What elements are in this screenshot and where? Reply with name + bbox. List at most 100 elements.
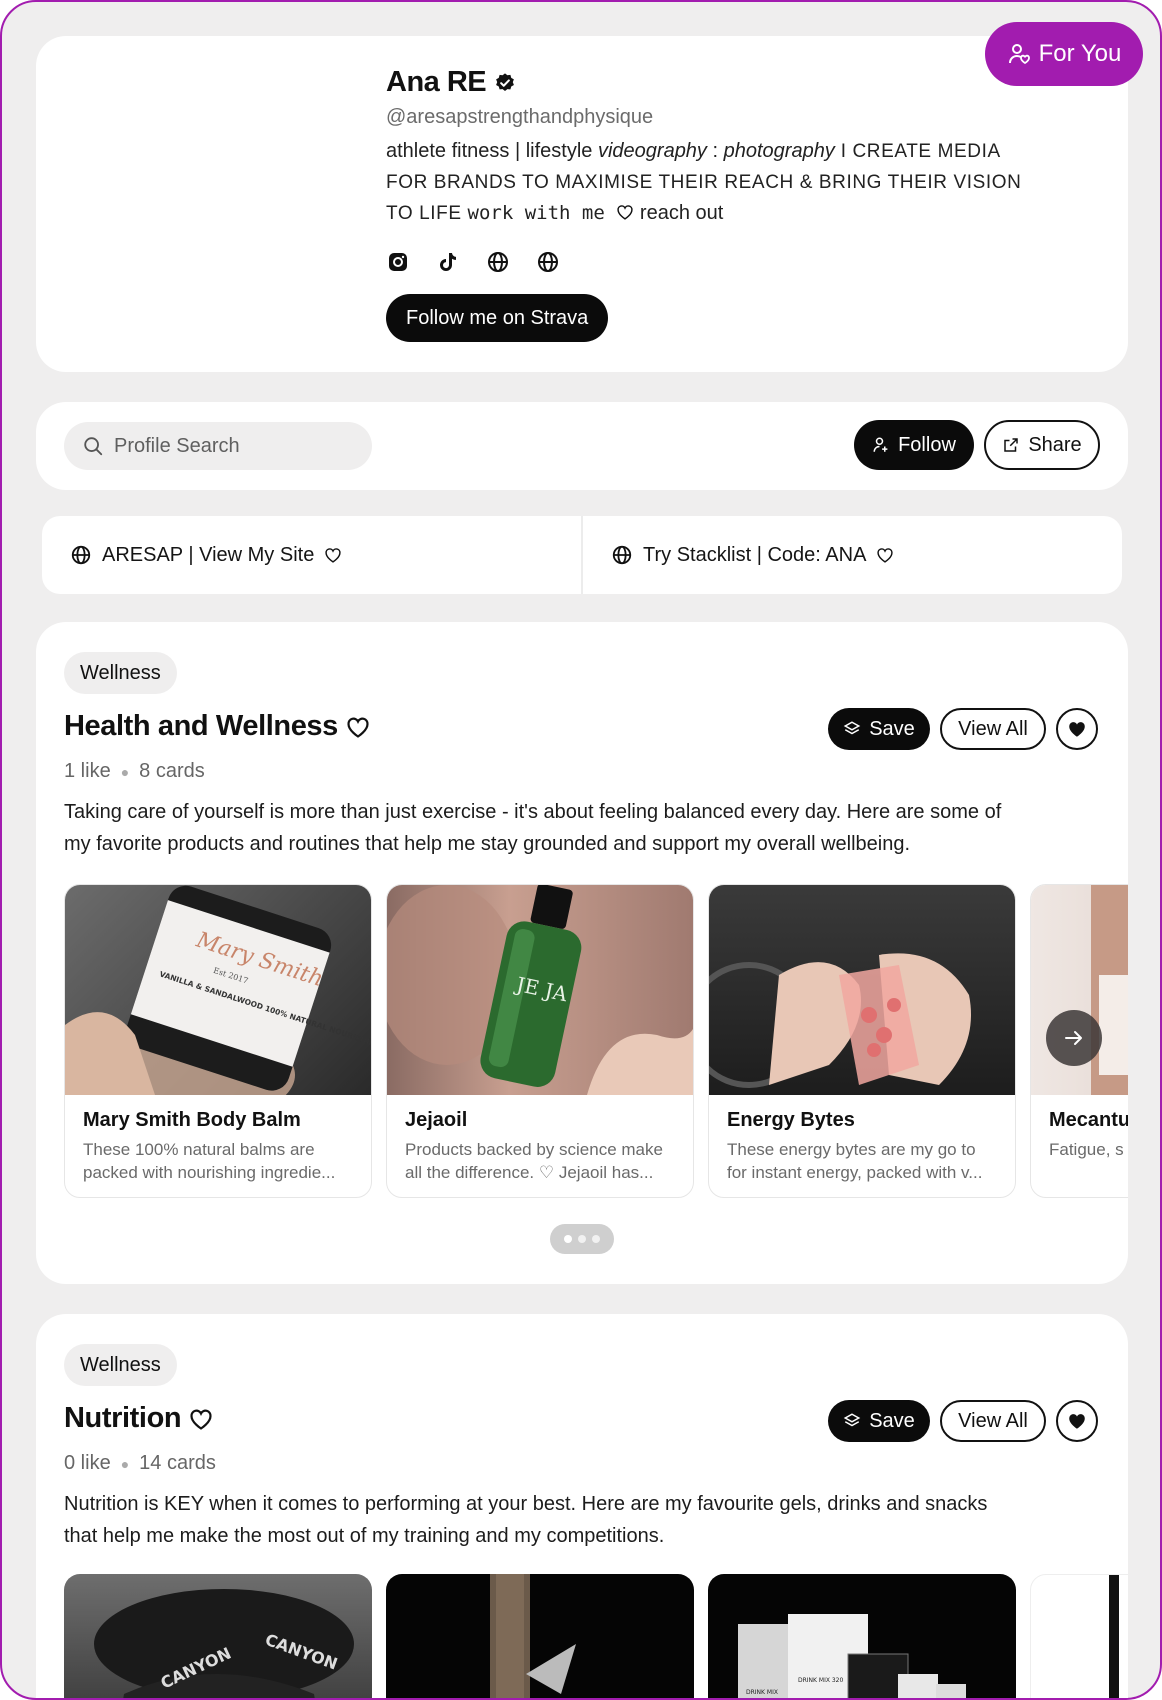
collection-description: Taking care of yourself is more than jus… <box>64 801 1002 855</box>
product-card[interactable] <box>1030 1574 1128 1698</box>
share-button[interactable]: Share <box>984 420 1100 470</box>
product-card[interactable]: Energy Bytes These energy bytes are my g… <box>708 884 1016 1198</box>
carousel-next-button[interactable] <box>1046 1010 1102 1066</box>
collection-meta: 1 like ● 8 cards <box>64 760 205 783</box>
product-card[interactable]: DRINK MIX DRINK MIX 320 <box>708 1574 1016 1698</box>
drink-mix-image: DRINK MIX DRINK MIX 320 <box>738 1614 966 1698</box>
heart-filled-icon <box>1069 1414 1085 1429</box>
globe-icon[interactable] <box>536 250 562 276</box>
strava-button[interactable]: Follow me on Strava <box>386 294 609 342</box>
like-button[interactable] <box>1056 1400 1098 1442</box>
profile-card: Ana RE @aresapstrengthandphysique athlet… <box>36 36 1128 372</box>
for-you-button[interactable]: For You <box>985 22 1143 86</box>
product-image: JE JA <box>387 885 693 1095</box>
bio-text: : <box>706 140 724 162</box>
pager-dot[interactable] <box>564 1235 572 1243</box>
follow-button[interactable]: Follow <box>854 420 974 470</box>
product-card[interactable]: CANYON CANYON <box>64 1574 372 1698</box>
bio-text: videography <box>597 140 707 162</box>
instagram-icon[interactable] <box>386 250 412 276</box>
product-description: These energy bytes are my go to for inst… <box>727 1140 983 1182</box>
likes-count: 1 like <box>64 760 111 782</box>
link-stacklist[interactable]: Try Stacklist | Code: ANA <box>581 516 1122 594</box>
save-label: Save <box>869 717 915 740</box>
product-title: Mary Smith Body Balm <box>83 1109 301 1131</box>
bio-text: photography <box>723 140 835 162</box>
heart-outline-icon <box>190 1409 212 1430</box>
profile-handle: @aresapstrengthandphysique <box>386 106 654 128</box>
save-button[interactable]: Save <box>828 708 930 750</box>
collection-title-text: Nutrition <box>64 1402 182 1434</box>
save-button[interactable]: Save <box>828 1400 930 1442</box>
tiktok-icon[interactable] <box>436 250 462 276</box>
search-icon <box>84 437 103 456</box>
product-card[interactable] <box>386 1574 694 1698</box>
view-all-button[interactable]: View All <box>940 708 1046 750</box>
globe-icon <box>612 545 632 565</box>
product-card[interactable]: Mary Smith Est 2017 VANILLA & SANDALWOOD… <box>64 884 372 1198</box>
product-cards-row: CANYON CANYON DRINK MIX DRINK MIX 320 <box>64 1574 1128 1698</box>
bio-text: reach out <box>634 202 724 224</box>
carousel-pager[interactable] <box>550 1224 614 1254</box>
verified-badge-icon <box>496 72 515 91</box>
collection-meta: 0 like ● 14 cards <box>64 1452 216 1475</box>
product-image <box>709 885 1015 1095</box>
collection-tag[interactable]: Wellness <box>64 652 177 694</box>
cards-count: 8 cards <box>139 760 205 782</box>
for-you-label: For You <box>1038 40 1122 67</box>
share-external-icon <box>1004 438 1019 452</box>
product-card[interactable]: JE JA Jejaoil Products backed by science… <box>386 884 694 1198</box>
separator-dot: ● <box>120 1455 130 1472</box>
cyclist-image: CANYON CANYON <box>94 1589 354 1698</box>
product-title: Mecantu <box>1049 1109 1128 1131</box>
app-frame: Ana RE @aresapstrengthandphysique athlet… <box>0 0 1162 1700</box>
bio-text: work with me <box>467 202 605 224</box>
share-label: Share <box>1028 433 1082 456</box>
name-row: Ana RE <box>386 66 516 99</box>
layers-icon <box>843 1413 861 1427</box>
pager-dot[interactable] <box>578 1235 586 1243</box>
profile-bio: athlete fitness | lifestyle videography … <box>386 136 1026 229</box>
profile-search-input[interactable]: Profile Search <box>64 422 372 470</box>
links-row: ARESAP | View My Site Try Stacklist | Co… <box>42 516 1122 594</box>
product-description: These 100% natural balms are packed with… <box>83 1140 336 1182</box>
collection-health-wellness: Wellness Health and Wellness 1 like ● 8 ca… <box>36 622 1128 1284</box>
drink-label-text: DRINK MIX 320 <box>798 1677 843 1684</box>
collection-description: Nutrition is KEY when it comes to perfor… <box>64 1493 988 1547</box>
user-heart-icon <box>1008 44 1030 65</box>
product-cards-row: Mary Smith Est 2017 VANILLA & SANDALWOOD… <box>64 884 1128 1198</box>
save-label: Save <box>869 1409 915 1432</box>
product-image: Mary Smith Est 2017 VANILLA & SANDALWOOD… <box>65 885 371 1095</box>
search-bar-card: Profile Search Follow Share <box>36 402 1128 490</box>
likes-count: 0 like <box>64 1452 111 1474</box>
profile-name: Ana RE <box>386 66 487 98</box>
collection-title: Nutrition <box>64 1402 213 1435</box>
layers-icon <box>843 721 861 735</box>
product-title: Jejaoil <box>405 1109 468 1131</box>
like-button[interactable] <box>1056 708 1098 750</box>
link-label: ARESAP | View My Site <box>102 543 315 566</box>
pager-dot[interactable] <box>592 1235 600 1243</box>
collection-nutrition: Wellness Nutrition 0 like ● 14 cards Nutri… <box>36 1314 1128 1698</box>
product-image <box>1109 1575 1119 1698</box>
collection-tag[interactable]: Wellness <box>64 1344 177 1386</box>
heart-filled-icon <box>1069 722 1085 737</box>
product-description: Fatigue, s decreased <box>1049 1140 1128 1159</box>
collection-title-text: Health and Wellness <box>64 710 338 742</box>
link-label: Try Stacklist | Code: ANA <box>643 543 867 566</box>
heart-outline-icon <box>325 548 341 563</box>
collection-title: Health and Wellness <box>64 710 370 743</box>
heart-outline-icon <box>877 548 894 563</box>
cards-count: 14 cards <box>139 1452 216 1474</box>
heart-outline-icon <box>347 717 369 738</box>
jeja-bottle-image: JE JA <box>387 885 693 1095</box>
link-view-site[interactable]: ARESAP | View My Site <box>42 516 581 594</box>
user-add-icon <box>873 437 888 452</box>
view-all-button[interactable]: View All <box>940 1400 1046 1442</box>
social-links <box>386 250 562 276</box>
arrow-right-icon <box>1065 1031 1082 1045</box>
separator-dot: ● <box>120 763 130 780</box>
heart-outline-icon <box>617 205 634 220</box>
globe-icon[interactable] <box>486 250 512 276</box>
search-placeholder: Profile Search <box>114 434 240 457</box>
